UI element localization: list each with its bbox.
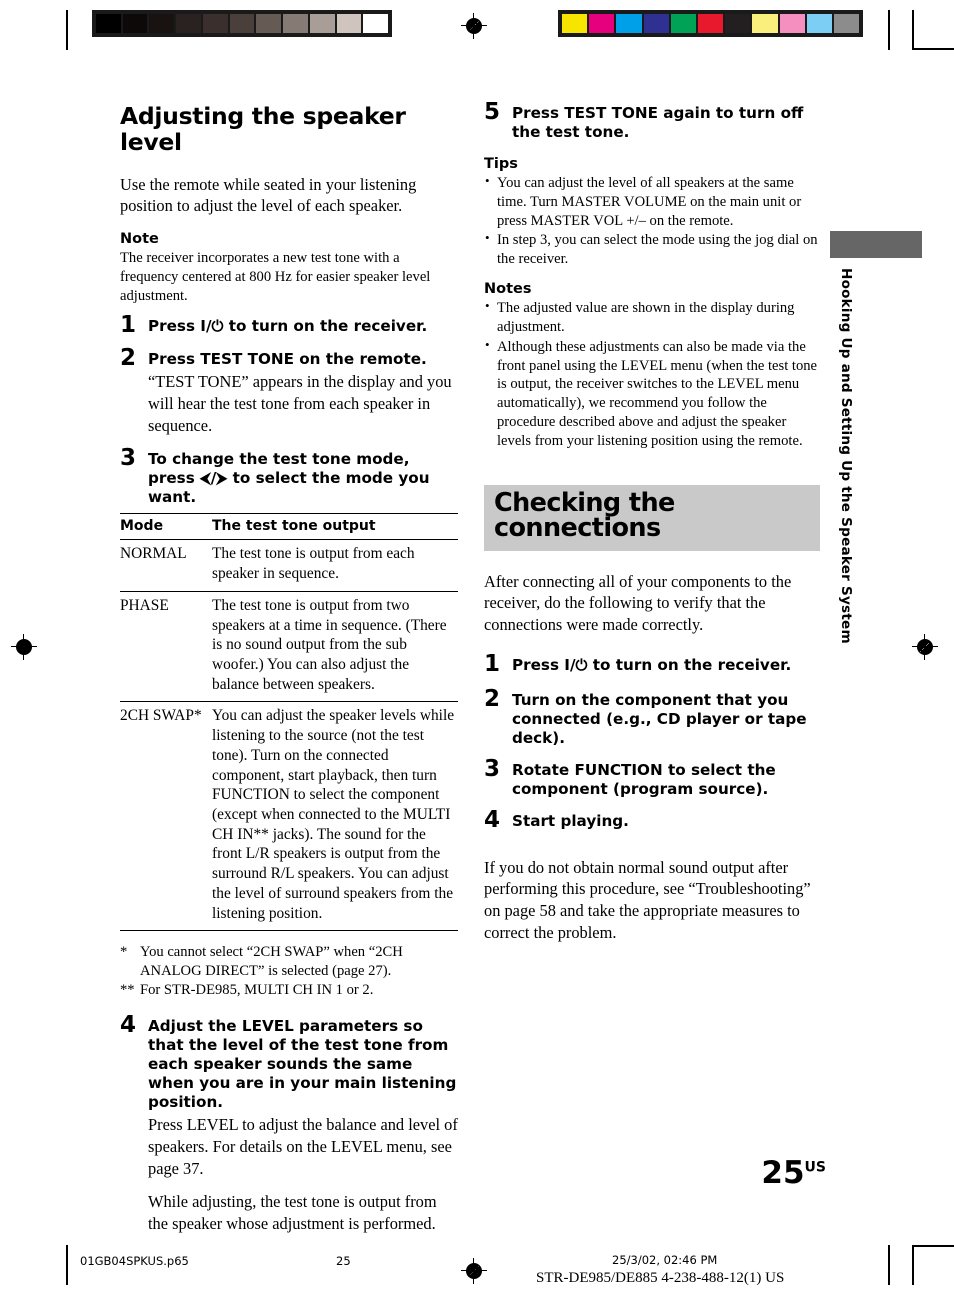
- list-item: The adjusted value are shown in the disp…: [484, 298, 820, 337]
- step-4-number: 4: [120, 1012, 137, 1039]
- page-number: 25US: [761, 1158, 826, 1189]
- table-row: PHASE The test tone is output from two s…: [120, 591, 458, 703]
- cell-mode: NORMAL: [120, 539, 212, 592]
- chapter-heading: Checking the connections: [484, 484, 820, 551]
- notes-label: Notes: [484, 281, 532, 298]
- check-step-2-number: 2: [484, 685, 501, 712]
- closing-paragraph: If you do not obtain normal sound output…: [484, 857, 811, 942]
- step-2-number: 2: [120, 345, 137, 372]
- list-item: You can adjust the level of all speakers…: [484, 173, 820, 230]
- footnote-marker: *: [120, 944, 128, 961]
- footnote-text: You cannot select “2CH SWAP” when “2CH A…: [140, 944, 403, 980]
- footnote-text: For STR-DE985, MULTI CH IN 1 or 2.: [140, 981, 374, 998]
- step-4-heading: Adjust the LEVEL parameters so that the …: [148, 1017, 457, 1112]
- table-row: 2CH SWAP* You can adjust the speaker lev…: [120, 701, 458, 932]
- document-page: Adjusting the speaker level Use the remo…: [0, 0, 954, 1300]
- step-4: 4 Adjust the LEVEL parameters so that th…: [120, 1012, 458, 1234]
- step-1-number: 1: [120, 312, 137, 339]
- step-1: 1 Press I/⏻ to turn on the receiver.: [120, 312, 458, 339]
- step-5: 5 Press TEST TONE again to turn off the …: [484, 99, 820, 142]
- check-step-3: 3 Rotate FUNCTION to select the componen…: [484, 755, 820, 799]
- list-item: In step 3, you can select the mode using…: [484, 230, 820, 269]
- note-text: The receiver incorporates a new test ton…: [120, 250, 431, 304]
- check-step-1: 1 Press I/⏻ to turn on the receiver.: [484, 650, 820, 677]
- step-3-heading: To change the test tone mode, press ⮜/⮞ …: [148, 450, 430, 507]
- footnote-marker: **: [120, 981, 135, 998]
- cell-output: The test tone is output from each speake…: [212, 539, 458, 592]
- step-4-body-2: While adjusting, the test tone is output…: [148, 1192, 437, 1233]
- left-column: Adjusting the speaker level Use the remo…: [120, 102, 458, 1245]
- check-step-1-number: 1: [484, 650, 501, 677]
- table-row: NORMAL The test tone is output from each…: [120, 539, 458, 592]
- step-5-heading: Press TEST TONE again to turn off the te…: [512, 104, 804, 141]
- check-step-2-heading: Turn on the component that you connected…: [512, 690, 807, 747]
- note-label: Note: [120, 231, 159, 247]
- footer-model-code: STR-DE985/DE885 4-238-488-12(1) US: [536, 1270, 785, 1286]
- test-tone-mode-table: Mode The test tone output NORMAL The tes…: [120, 513, 458, 932]
- chapter-intro: After connecting all of your components …: [484, 571, 792, 634]
- intro-paragraph: Use the remote while seated in your list…: [120, 174, 417, 216]
- footer-page-number: 25: [336, 1254, 351, 1268]
- check-step-3-heading: Rotate FUNCTION to select the component …: [512, 760, 776, 798]
- step-2-heading: Press TEST TONE on the remote.: [148, 350, 427, 369]
- notes-list: The adjusted value are shown in the disp…: [484, 298, 820, 451]
- step-2-body: “TEST TONE” appears in the display and y…: [148, 372, 452, 435]
- cell-output: The test tone is output from two speaker…: [212, 591, 458, 703]
- check-step-4-heading: Start playing.: [512, 811, 629, 830]
- step-3: 3 To change the test tone mode, press ⮜/…: [120, 445, 458, 507]
- step-5-number: 5: [484, 99, 501, 125]
- footer-file-name: 01GB04SPKUS.p65: [80, 1254, 189, 1268]
- column-header-mode: Mode: [120, 513, 212, 541]
- tips-label: Tips: [484, 156, 518, 172]
- page-title: Adjusting the speaker level: [120, 102, 406, 156]
- footnote-double-asterisk: ** For STR-DE985, MULTI CH IN 1 or 2.: [120, 981, 458, 1000]
- footer-timestamp: 25/3/02, 02:46 PM: [612, 1253, 718, 1267]
- step-1-heading: Press I/⏻ to turn on the receiver.: [148, 317, 428, 336]
- side-tab-marker: [830, 231, 922, 258]
- footnote-single-asterisk: * You cannot select “2CH SWAP” when “2CH…: [120, 943, 458, 980]
- footnotes: * You cannot select “2CH SWAP” when “2CH…: [120, 943, 458, 999]
- cell-mode: PHASE: [120, 591, 212, 703]
- check-step-1-heading: Press I/⏻ to turn on the receiver.: [512, 655, 792, 674]
- step-3-number: 3: [120, 445, 137, 472]
- table-header-row: Mode The test tone output: [120, 513, 458, 541]
- step-2: 2 Press TEST TONE on the remote. “TEST T…: [120, 345, 458, 436]
- column-header-output: The test tone output: [212, 513, 458, 541]
- check-step-2: 2 Turn on the component that you connect…: [484, 685, 820, 748]
- tips-list: You can adjust the level of all speakers…: [484, 173, 820, 269]
- check-step-4-number: 4: [484, 806, 501, 833]
- check-step-4: 4 Start playing.: [484, 806, 820, 833]
- check-step-3-number: 3: [484, 755, 501, 782]
- list-item: Although these adjustments can also be m…: [484, 337, 820, 451]
- page-number-suffix: US: [804, 1159, 826, 1176]
- right-column: 5 Press TEST TONE again to turn off the …: [484, 99, 820, 957]
- step-4-body-1: Press LEVEL to adjust the balance and le…: [148, 1115, 458, 1178]
- cell-output: You can adjust the speaker levels while …: [212, 701, 458, 932]
- cell-mode: 2CH SWAP*: [120, 701, 212, 932]
- page-number-value: 25: [761, 1155, 805, 1191]
- side-tab-label: Hooking Up and Setting Up the Speaker Sy…: [838, 268, 854, 644]
